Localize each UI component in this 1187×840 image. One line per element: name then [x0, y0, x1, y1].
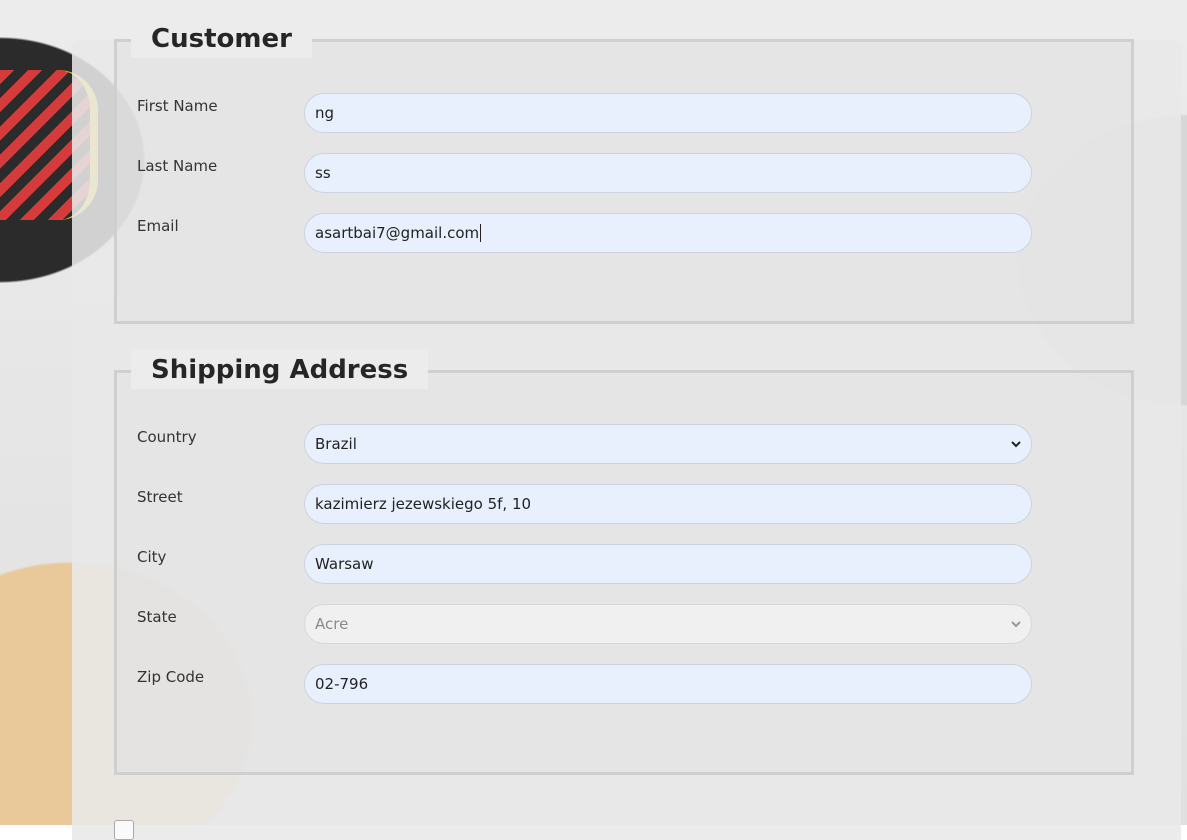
- first-name-input[interactable]: ng: [304, 93, 1032, 133]
- street-row: Street kazimierz jezewskiego 5f, 10: [117, 484, 1131, 524]
- first-name-value: ng: [315, 104, 335, 122]
- last-name-input[interactable]: ss: [304, 153, 1032, 193]
- country-select[interactable]: Brazil: [304, 424, 1032, 464]
- shipping-address-legend: Shipping Address: [131, 349, 429, 389]
- last-name-label: Last Name: [137, 157, 218, 175]
- last-name-row: Last Name ss: [117, 153, 1131, 193]
- city-input[interactable]: Warsaw: [304, 544, 1032, 584]
- first-name-label: First Name: [137, 97, 218, 115]
- zip-code-row: Zip Code 02-796: [117, 664, 1131, 704]
- street-value: kazimierz jezewskiego 5f, 10: [315, 495, 532, 513]
- chevron-down-icon: [1011, 441, 1021, 448]
- country-row: Country Brazil: [117, 424, 1131, 464]
- last-name-value: ss: [315, 164, 331, 182]
- customer-legend: Customer: [131, 18, 312, 58]
- street-input[interactable]: kazimierz jezewskiego 5f, 10: [304, 484, 1032, 524]
- text-cursor: [480, 224, 482, 242]
- city-value: Warsaw: [315, 555, 374, 573]
- country-value: Brazil: [315, 435, 357, 453]
- first-name-row: First Name ng: [117, 93, 1131, 133]
- bottom-checkbox[interactable]: [114, 820, 134, 840]
- state-value: Acre: [315, 615, 349, 633]
- email-label: Email: [137, 217, 179, 235]
- email-value: asartbai7@gmail.com: [315, 224, 480, 242]
- state-row: State Acre: [117, 604, 1131, 644]
- zip-code-value: 02-796: [315, 675, 369, 693]
- customer-section: Customer First Name ng Last Name ss Emai…: [114, 18, 1134, 324]
- city-row: City Warsaw: [117, 544, 1131, 584]
- city-label: City: [137, 548, 167, 566]
- chevron-down-icon: [1011, 621, 1021, 628]
- zip-code-input[interactable]: 02-796: [304, 664, 1032, 704]
- shipping-address-section: Shipping Address Country Brazil Street k…: [114, 349, 1134, 775]
- email-row: Email asartbai7@gmail.com: [117, 213, 1131, 253]
- country-label: Country: [137, 428, 197, 446]
- email-input[interactable]: asartbai7@gmail.com: [304, 213, 1032, 253]
- street-label: Street: [137, 488, 183, 506]
- state-label: State: [137, 608, 177, 626]
- state-select[interactable]: Acre: [304, 604, 1032, 644]
- zip-code-label: Zip Code: [137, 668, 205, 686]
